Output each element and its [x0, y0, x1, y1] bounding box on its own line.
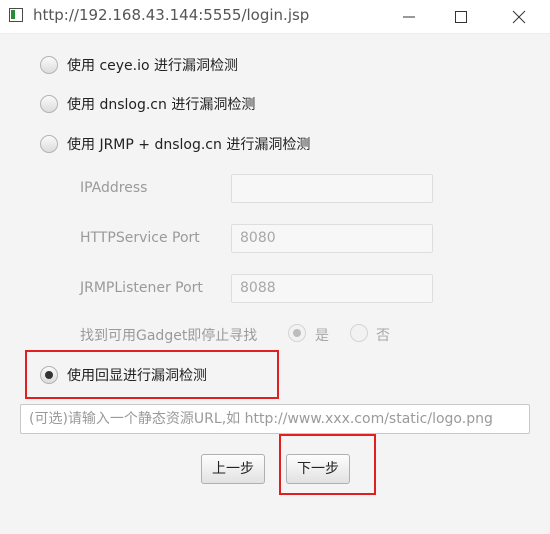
prev-step-button[interactable]: 上一步 [201, 454, 265, 484]
gadget-yes-radio[interactable] [288, 324, 306, 342]
jrmp-port-label: JRMPListener Port [80, 280, 203, 296]
gadget-label: 找到可用Gadget即停止寻找 [80, 328, 258, 344]
ip-address-input[interactable] [231, 174, 433, 203]
gadget-no-radio[interactable] [350, 324, 368, 342]
echo-option-highlight [25, 350, 279, 399]
option-jrmp[interactable]: 使用 JRMP + dnslog.cn 进行漏洞检测 [40, 133, 310, 155]
ceye-label: 使用 ceye.io 进行漏洞检测 [67, 58, 239, 74]
gadget-no-label: 否 [376, 328, 390, 344]
dnslog-radio[interactable] [40, 95, 58, 113]
jrmp-radio[interactable] [40, 135, 58, 153]
minimize-icon [403, 16, 415, 18]
jrmp-label: 使用 JRMP + dnslog.cn 进行漏洞检测 [67, 137, 311, 153]
option-ceye[interactable]: 使用 ceye.io 进行漏洞检测 [40, 54, 238, 76]
close-button[interactable] [496, 0, 542, 33]
minimize-button[interactable] [386, 0, 432, 33]
http-port-input[interactable]: 8080 [231, 224, 433, 253]
maximize-button[interactable] [438, 0, 484, 33]
dnslog-label: 使用 dnslog.cn 进行漏洞检测 [67, 97, 256, 113]
static-url-input[interactable] [20, 404, 530, 434]
app-icon [9, 8, 23, 22]
jrmp-port-input[interactable]: 8088 [231, 274, 433, 303]
gadget-yes-label: 是 [315, 328, 329, 344]
ip-address-label: IPAddress [80, 180, 148, 196]
next-button-highlight [279, 434, 376, 495]
window-title: http://192.168.43.144:5555/login.jsp [33, 6, 310, 24]
http-port-label: HTTPService Port [80, 230, 200, 246]
title-bar: http://192.168.43.144:5555/login.jsp [0, 0, 550, 34]
maximize-icon [455, 11, 467, 23]
close-icon [512, 10, 526, 24]
option-dnslog[interactable]: 使用 dnslog.cn 进行漏洞检测 [40, 93, 255, 115]
ceye-radio[interactable] [40, 56, 58, 74]
